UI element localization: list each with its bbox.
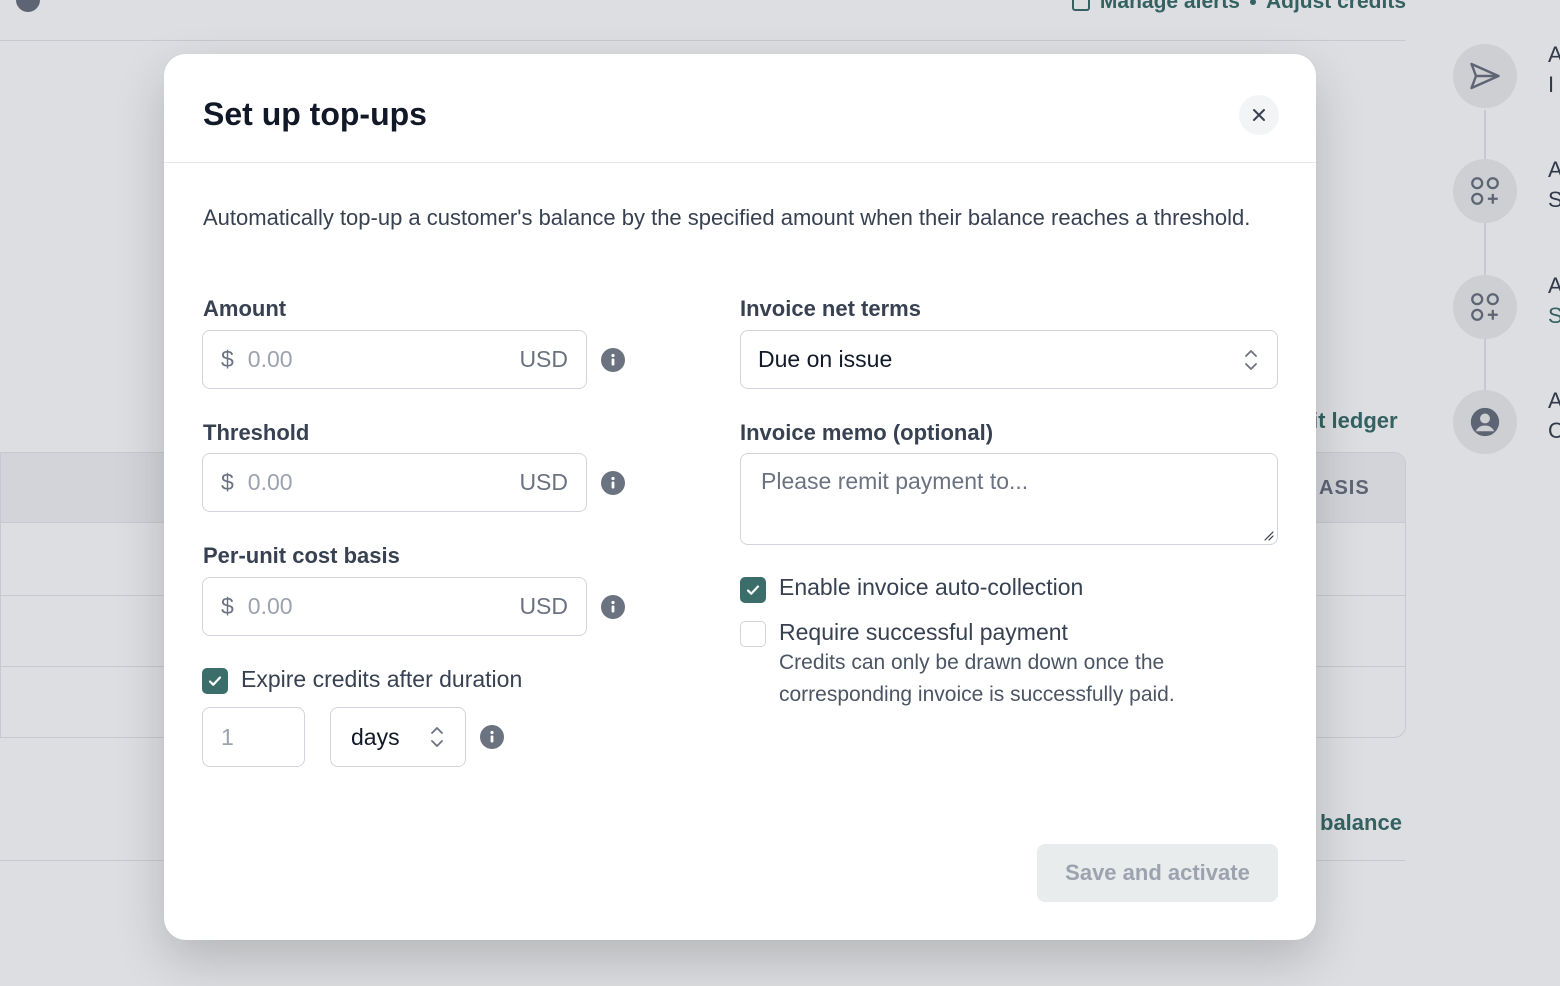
currency-prefix: $ <box>221 469 234 495</box>
net-terms-select[interactable]: Due on issue <box>740 330 1278 389</box>
info-icon[interactable] <box>601 348 625 372</box>
memo-input[interactable] <box>740 453 1278 545</box>
duration-unit-select[interactable]: days <box>330 707 466 767</box>
info-icon[interactable] <box>601 595 625 619</box>
expire-credits-label: Expire credits after duration <box>241 666 523 692</box>
threshold-field[interactable] <box>247 469 520 496</box>
duration-unit-value: days <box>351 723 400 750</box>
auto-collection-checkbox[interactable] <box>740 577 766 603</box>
memo-field[interactable] <box>761 468 1257 530</box>
amount-label: Amount <box>203 296 287 321</box>
currency-suffix: USD <box>519 469 568 495</box>
cost-basis-label: Per-unit cost basis <box>203 543 400 568</box>
require-payment-help: Credits can only be drawn down once the … <box>779 651 1175 706</box>
currency-suffix: USD <box>519 593 568 619</box>
currency-prefix: $ <box>221 593 234 619</box>
amount-input[interactable]: $ USD <box>202 330 587 389</box>
net-terms-value: Due on issue <box>758 346 893 372</box>
dialog-title: Set up top-ups <box>203 96 427 132</box>
info-icon[interactable] <box>480 725 504 749</box>
close-icon <box>1253 109 1265 121</box>
save-and-activate-button[interactable]: Save and activate <box>1037 844 1278 902</box>
cost-basis-field[interactable] <box>247 593 520 620</box>
expire-credits-checkbox[interactable] <box>202 668 228 694</box>
close-button[interactable] <box>1239 95 1279 135</box>
dialog-description: Automatically top-up a customer's balanc… <box>203 205 1251 230</box>
check-icon <box>208 676 222 686</box>
memo-label: Invoice memo (optional) <box>740 420 994 445</box>
top-ups-dialog: Set up top-ups Automatically top-up a cu… <box>164 54 1316 940</box>
dialog-header: Set up top-ups <box>164 54 1316 163</box>
cost-basis-input[interactable]: $ USD <box>202 577 587 636</box>
chevron-updown-icon <box>1243 347 1259 373</box>
info-icon[interactable] <box>601 471 625 495</box>
require-payment-checkbox[interactable] <box>740 621 766 647</box>
check-icon <box>746 585 760 595</box>
currency-prefix: $ <box>221 346 234 372</box>
threshold-label: Threshold <box>203 420 310 445</box>
require-payment-label: Require successful payment <box>779 619 1068 645</box>
amount-field[interactable] <box>247 346 520 373</box>
chevron-updown-icon <box>429 724 445 750</box>
duration-field[interactable] <box>221 723 286 751</box>
net-terms-label: Invoice net terms <box>740 296 921 321</box>
auto-collection-label: Enable invoice auto-collection <box>779 574 1084 600</box>
resize-grip-icon[interactable] <box>1262 529 1274 541</box>
currency-suffix: USD <box>519 346 568 372</box>
duration-input[interactable] <box>202 707 305 767</box>
threshold-input[interactable]: $ USD <box>202 453 587 512</box>
